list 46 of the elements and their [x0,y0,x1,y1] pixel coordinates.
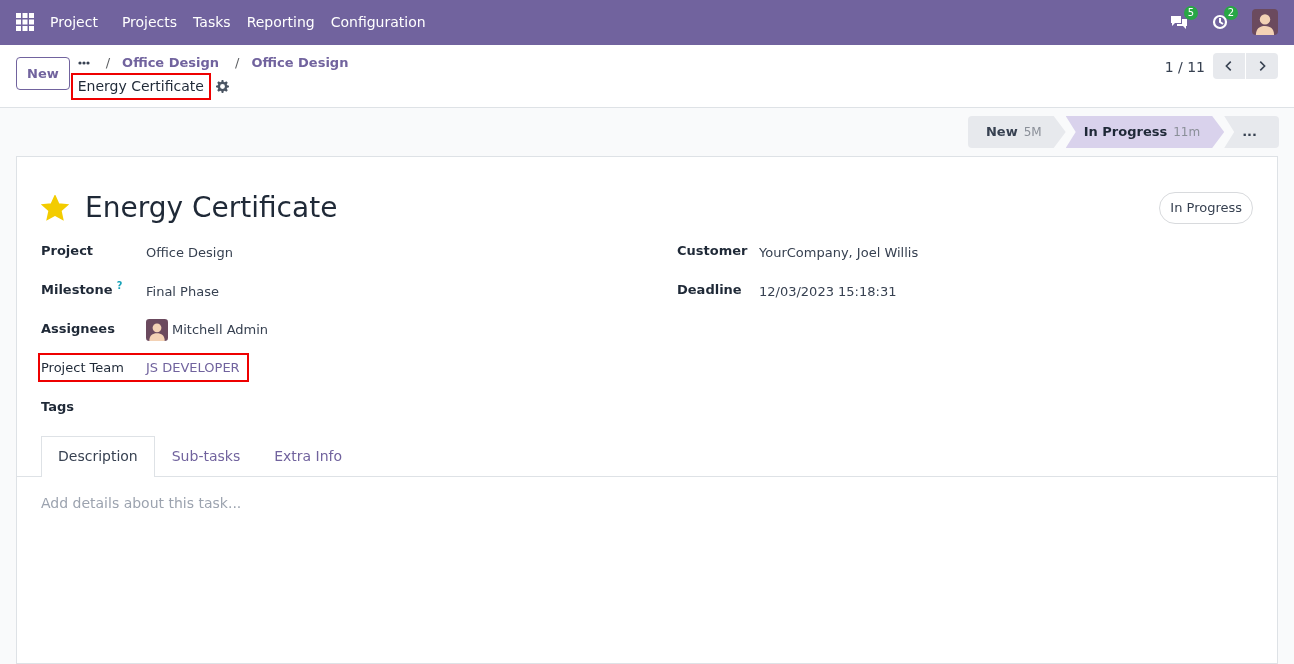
separator: / [105,53,111,72]
star-icon[interactable] [41,194,69,221]
field-value: YourCompany, Joel Willis [759,243,919,262]
field-label: Assignees [41,319,116,338]
task-title: Energy Certificate [85,189,338,226]
separator: / [235,53,240,72]
count-badge: 2 [1223,6,1238,21]
stage-button[interactable]: New 5M [968,115,1066,148]
field-label: Deadline [677,280,743,299]
clock-icon[interactable] [1212,14,1228,31]
count-badge: 5 [1183,6,1198,21]
tab[interactable]: Description [41,435,155,477]
state-button[interactable]: In Progress [1159,192,1253,224]
new-button[interactable]: New [16,56,70,91]
field-label: Customer [677,241,749,260]
field-value: 12/03/2023 15:18:31 [759,282,897,301]
tab[interactable]: Sub-tasks [154,435,258,476]
settings-icon[interactable] [215,80,229,94]
field-value: Mitchell Admin [172,321,269,340]
field-label: Project Team [41,358,125,377]
field-label: Project [41,241,95,260]
menu-item[interactable]: Configuration [330,11,426,33]
pager-value[interactable]: 1 / 11 [1164,56,1205,78]
breadcrumb-link[interactable]: Office Design [251,52,349,73]
user-avatar [146,318,168,341]
breadcrumb-link[interactable]: Office Design [122,52,220,73]
field-link[interactable]: JS DEVELOPER [146,357,240,378]
menu-item[interactable]: Reporting [246,11,315,33]
more-icon[interactable] [77,60,90,65]
app-name[interactable]: Project [50,11,98,33]
field-value: Final Phase [146,282,219,301]
stage-more-button[interactable]: ... [1224,115,1279,148]
field-label: Tags [41,397,75,416]
user-avatar[interactable] [1252,9,1278,36]
pager-next-button[interactable] [1246,52,1278,79]
menu-item[interactable]: Tasks [193,11,231,33]
field-label: Milestone [41,281,113,297]
pager-previous-button[interactable] [1213,52,1245,79]
tab[interactable]: Extra Info [257,435,360,476]
breadcrumb-current: Energy Certificate [73,76,208,98]
menu-item[interactable]: Projects [121,11,178,33]
apps-menu-icon[interactable] [16,13,34,32]
field-value: Office Design [146,243,233,262]
help-marker[interactable]: ? [116,280,123,291]
stage-button[interactable]: In Progress 11m [1065,115,1225,148]
chat-icon[interactable] [1170,14,1188,31]
